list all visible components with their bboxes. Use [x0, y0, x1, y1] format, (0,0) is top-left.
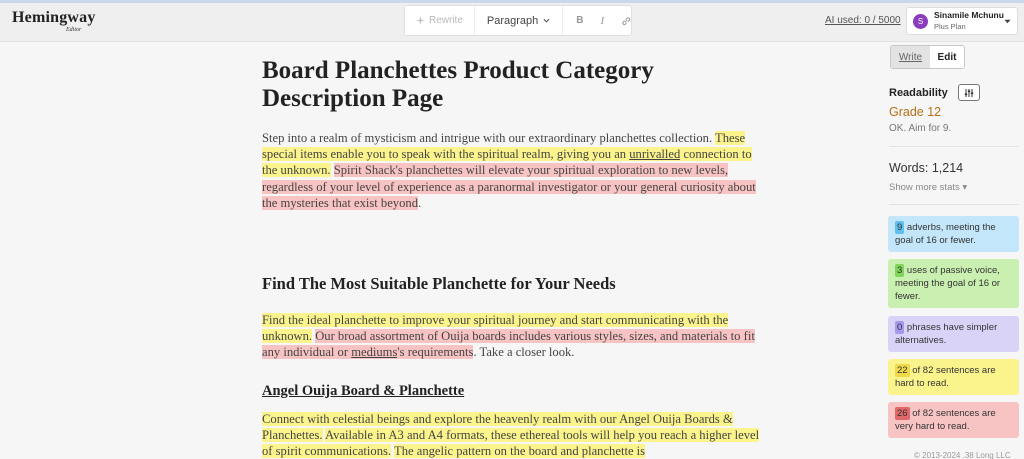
- simpler-phrases-count: 0: [895, 321, 905, 334]
- edit-mode-button[interactable]: Edit: [930, 46, 964, 68]
- mode-toggle: Write Edit: [890, 45, 965, 69]
- app-logo-subtitle: Editor: [66, 27, 82, 33]
- avatar: S: [913, 13, 928, 29]
- very-hard-sentence: 's requirements: [397, 345, 474, 360]
- rewrite-label: Rewrite: [429, 15, 463, 26]
- simpler-phrases-card[interactable]: 0 phrases have simpler alternatives.: [888, 316, 1019, 352]
- paragraph-intro[interactable]: Step into a realm of mysticism and intri…: [262, 130, 762, 211]
- user-plan: Plus Plan: [934, 22, 966, 31]
- word-count: Words: 1,214: [889, 161, 964, 175]
- sparkle-icon: [416, 16, 425, 25]
- hard-sentences-count: 22: [895, 364, 910, 377]
- link-icon[interactable]: [621, 16, 631, 26]
- section-heading[interactable]: Find The Most Suitable Planchette for Yo…: [262, 274, 762, 294]
- passive-voice-count: 3: [895, 264, 905, 277]
- readability-grade: Grade 12: [889, 105, 942, 119]
- text-run: . Take a closer look.: [473, 345, 575, 360]
- hard-sentences-card[interactable]: 22 of 82 sentences are hard to read.: [888, 359, 1019, 395]
- subsection-heading[interactable]: Angel Ouija Board & Planchette: [262, 383, 762, 400]
- paragraph-style-dropdown[interactable]: Paragraph: [475, 6, 564, 35]
- text-run: Step into a realm of mysticism and intri…: [262, 131, 716, 145]
- very-hard-sentences-text: of 82 sentences are very hard to read.: [895, 408, 996, 432]
- format-toolbar: Rewrite Paragraph B I: [404, 5, 632, 36]
- document-title[interactable]: Board Planchettes Product Category Descr…: [262, 57, 762, 113]
- paragraph-subsection[interactable]: Connect with celestial beings and explor…: [262, 411, 762, 459]
- hard-sentence: The angelic pattern on the board and pla…: [394, 444, 646, 459]
- paragraph-style-label: Paragraph: [486, 14, 539, 27]
- user-name: Sinamile Mchunu: [934, 10, 1004, 20]
- text-run: .: [418, 195, 422, 210]
- show-more-stats-label: Show more stats: [889, 182, 960, 193]
- very-hard-sentence: mediums: [351, 345, 398, 360]
- readability-label: Readability: [889, 87, 948, 99]
- adverbs-text: adverbs, meeting the goal of 16 or fewer…: [895, 222, 996, 246]
- caret-down-icon: ▾: [962, 182, 968, 193]
- readability-goal: OK. Aim for 9.: [889, 123, 952, 134]
- sliders-icon: [964, 88, 974, 97]
- passive-voice-text: uses of passive voice, meeting the goal …: [895, 265, 1001, 302]
- ai-usage-link[interactable]: AI used: 0 / 5000: [825, 15, 901, 26]
- passive-voice-card[interactable]: 3 uses of passive voice, meeting the goa…: [888, 259, 1019, 308]
- chevron-down-icon: [543, 18, 550, 23]
- divider: [889, 146, 1019, 147]
- copyright: © 2013-2024 .38 Long LLC: [914, 451, 1011, 459]
- very-hard-sentence: Spirit Shack's planchettes will elevate …: [262, 163, 756, 210]
- italic-button[interactable]: I: [601, 15, 605, 27]
- hard-sentences-text: of 82 sentences are hard to read.: [895, 365, 996, 389]
- bold-button[interactable]: B: [576, 15, 583, 26]
- divider: [889, 204, 1019, 205]
- very-hard-sentences-count: 26: [895, 407, 910, 420]
- user-menu[interactable]: S Sinamile Mchunu Plus Plan: [906, 7, 1018, 35]
- very-hard-sentences-card[interactable]: 26 of 82 sentences are very hard to read…: [888, 402, 1019, 438]
- adverbs-card[interactable]: 9 adverbs, meeting the goal of 16 or few…: [888, 216, 1019, 252]
- chevron-down-icon: [1004, 19, 1011, 24]
- hard-sentence: unrivalled: [629, 147, 681, 162]
- rewrite-button[interactable]: Rewrite: [405, 6, 475, 35]
- app-logo[interactable]: Hemingway: [12, 9, 96, 27]
- readability-settings-button[interactable]: [958, 84, 980, 101]
- adverbs-count: 9: [895, 221, 905, 234]
- show-more-stats-button[interactable]: Show more stats ▾: [889, 182, 967, 193]
- simpler-phrases-text: phrases have simpler alternatives.: [895, 322, 998, 346]
- paragraph-section[interactable]: Find the ideal planchette to improve you…: [262, 312, 762, 361]
- write-mode-button[interactable]: Write: [891, 46, 930, 68]
